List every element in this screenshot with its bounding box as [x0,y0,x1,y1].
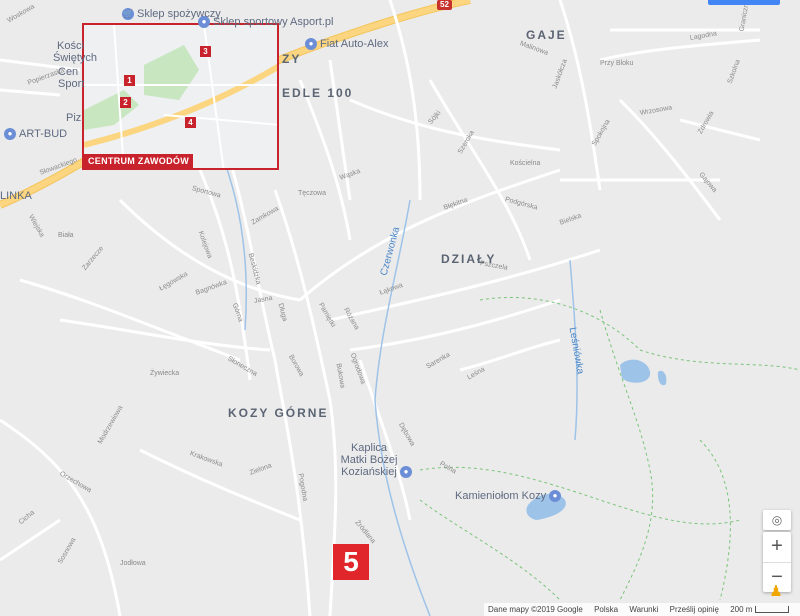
pond-small [620,359,651,383]
street-label: Żywiecka [150,370,180,377]
street-label: Tęczowa [298,190,327,197]
label-sport: Sport [58,78,85,90]
area-kozy-gorne: KOZY GÓRNE [228,406,329,420]
inset-marker-3[interactable]: 3 [200,46,211,57]
scale-bar [755,606,790,614]
venue-marker-5[interactable]: 5 [333,544,369,580]
label-kosc: Kości [57,40,84,52]
poi-art-bud[interactable]: ● ART-BUD [4,128,67,141]
attribution-bar: Dane mapy ©2019 Google Polska Warunki Pr… [484,603,800,616]
inset-canvas [84,25,277,168]
poi-sport-shop[interactable]: ● Sklep sportowy Asport.pl [198,16,333,29]
area-gaje: GAJE [526,28,567,42]
attribution-terms[interactable]: Warunki [629,605,658,614]
label-zy: ZY [282,52,302,66]
zoom-in-button[interactable]: + [763,532,791,563]
shopping-cart-icon: 🛒 [122,8,134,21]
inset-marker-1[interactable]: 1 [124,75,135,86]
poi-quarry[interactable]: Kamieniołom Kozy ● [455,490,564,503]
pegman-icon[interactable]: ♟ [765,580,787,604]
shopping-bag-icon: ● [198,16,210,29]
label-linka: LINKA [0,190,32,202]
landmark-icon: ● [549,490,562,503]
label-swietych: Świętych [53,52,98,64]
street-label: Jodłowa [120,560,146,567]
store-icon: ● [4,128,16,141]
road-52-shield: 52 [437,0,452,10]
streams [219,149,578,616]
label-piz: Piz [66,112,82,124]
attribution-feedback[interactable]: Prześlij opinię [670,605,719,614]
locate-icon[interactable]: ◎ [763,510,791,530]
scale-label[interactable]: 200 m [730,605,752,614]
poi-fiat[interactable]: ● Fiat Auto-Alex [305,38,388,51]
inset-map[interactable]: 1 2 3 4 CENTRUM ZAWODÓW [82,23,279,170]
church-icon: ● [400,466,412,479]
walking-trails [419,297,800,601]
attribution-data: Dane mapy ©2019 Google [488,605,583,614]
inset-marker-4[interactable]: 4 [185,117,196,128]
area-osiedle: EDLE 100 [282,86,354,100]
inset-caption: CENTRUM ZAWODÓW [84,154,193,168]
car-icon: ● [305,38,317,51]
fullscreen-button[interactable] [708,0,780,5]
poi-chapel[interactable]: Kaplica Matki Bożej Koziańskiej ● [338,442,415,479]
inset-marker-2[interactable]: 2 [120,97,131,108]
attribution-country[interactable]: Polska [594,605,618,614]
pond-tiny [657,370,667,386]
street-label: Przy Bloku [600,60,634,67]
street-label: Kościelna [510,160,541,167]
street-label: Biała [58,232,74,239]
